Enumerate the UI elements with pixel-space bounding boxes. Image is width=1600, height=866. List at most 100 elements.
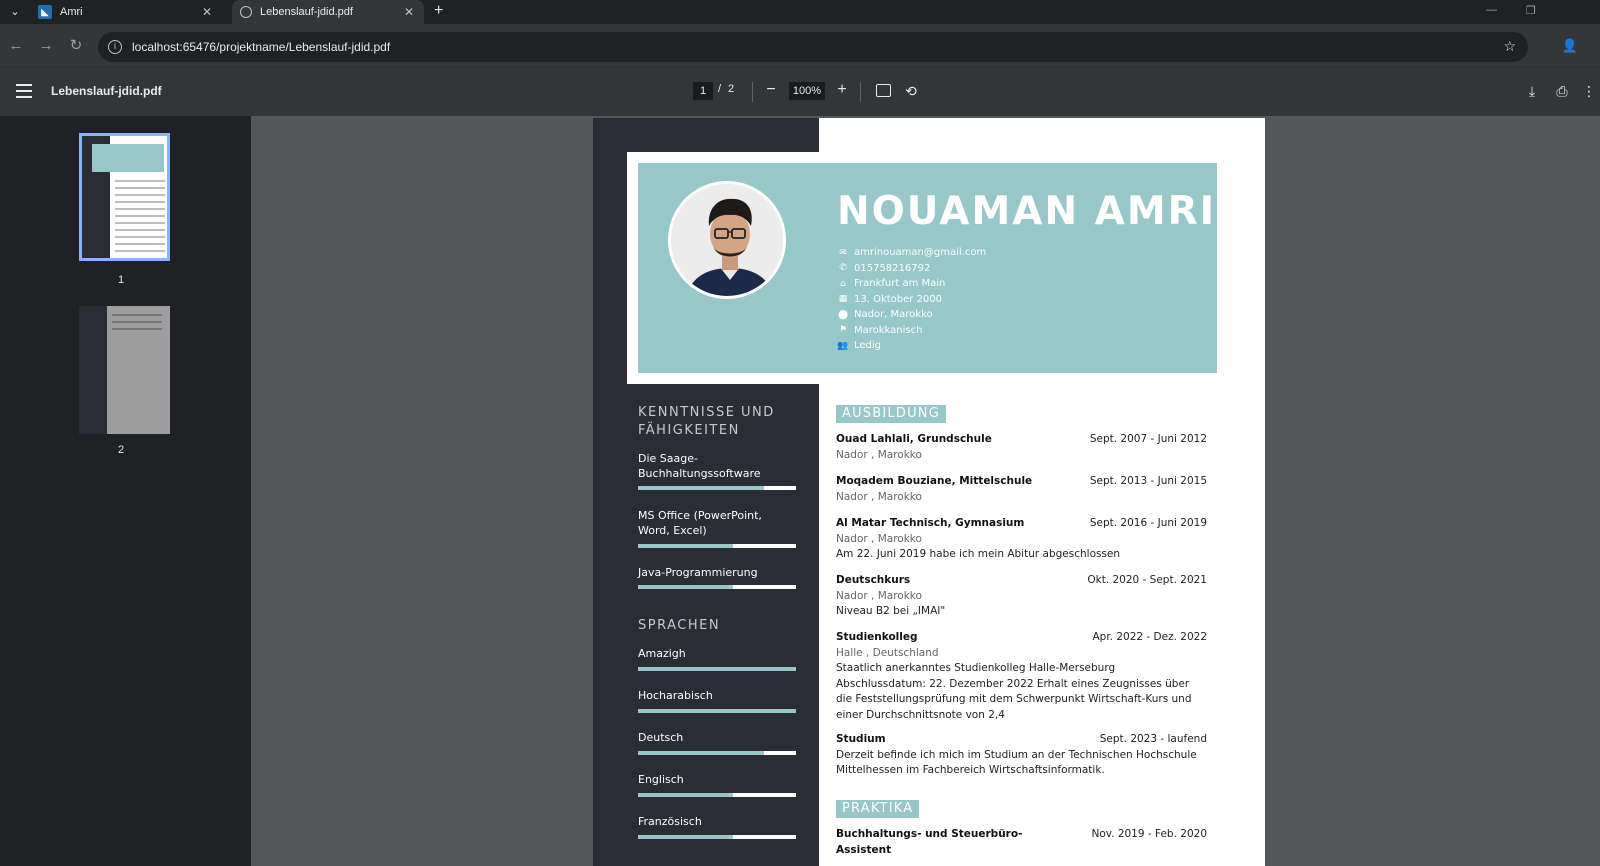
entry-notes: Staatlich anerkanntes Studienkolleg Hall…: [836, 662, 1192, 721]
mail-icon: ✉: [839, 247, 847, 258]
language-label: Englisch: [638, 773, 684, 786]
thumbnail-lines: [112, 314, 162, 335]
address-bar[interactable]: i localhost:65476/projektname/Lebenslauf…: [98, 32, 1528, 62]
skill-bar: [638, 585, 796, 589]
fit-to-page-icon[interactable]: [876, 84, 891, 97]
thumbnail-header: [92, 144, 164, 172]
url-path: :65476/projektname/Lebenslauf-jdid.pdf: [179, 40, 391, 54]
contact-text: Nador, Marokko: [854, 309, 933, 321]
pdf-page: NOUAMAN AMRI ✉ amrinouaman@gmail.com ✆ 0157…: [593, 118, 1265, 866]
contact-text: Frankfurt am Main: [854, 278, 946, 290]
total-pages: 2: [728, 83, 735, 95]
language-bar: [638, 751, 796, 755]
education-entry: Moqadem Bouziane, Mittelschule Sept. 2013…: [836, 474, 1207, 505]
zoom-level-input[interactable]: 100%: [789, 82, 825, 100]
skill-label: Java-Programmierung: [638, 566, 758, 579]
profile-icon[interactable]: 👤: [1560, 36, 1580, 56]
language-bar: [638, 667, 796, 671]
language-bar-fill: [638, 709, 796, 713]
skills-title-line-2: FÄHIGKEITEN: [638, 423, 740, 438]
entry-header: Buchhaltungs- und Steuerbüro-Assistent No…: [836, 827, 1207, 858]
current-page-input[interactable]: 1: [693, 82, 713, 100]
entry-date: Sept. 2016 - Juni 2019: [1089, 517, 1207, 529]
back-arrow-icon[interactable]: ←: [6, 36, 26, 56]
people-icon: 👥: [837, 340, 849, 351]
flag-icon: ⚑: [838, 325, 848, 336]
entry-notes: Derzeit befinde ich mich im Studium an d…: [836, 748, 1197, 777]
globe-favicon-icon: [240, 6, 252, 18]
minimize-icon[interactable]: —: [1486, 4, 1497, 16]
entry-date: Sept. 2023 - laufend: [1099, 733, 1207, 745]
bookmark-star-icon[interactable]: ☆: [1503, 38, 1516, 55]
download-icon[interactable]: ⤓: [1523, 82, 1541, 100]
new-tab-plus-icon[interactable]: +: [434, 2, 443, 20]
entry-location: Nador , Marokko: [836, 448, 922, 461]
tab-search-chevron-icon[interactable]: ⌄: [6, 3, 24, 21]
thumbnail-lines: [115, 180, 165, 257]
entry-location: Halle , Deutschland: [836, 646, 939, 659]
education-entry: Deutschkurs Okt. 2020 - Sept. 2021 Nador ,…: [836, 573, 1207, 620]
language-bar: [638, 709, 796, 713]
pdf-toolbar: Lebenslauf-jdid.pdf 1 / 2 − 100% + ⟲ ⤓ ⎙…: [0, 68, 1600, 116]
skill-bar: [638, 486, 796, 490]
phone-icon: ✆: [839, 263, 847, 274]
forward-arrow-icon[interactable]: →: [36, 36, 56, 56]
page-separator: /: [718, 83, 722, 95]
tab-strip: ⌄ ◣ Amri ✕ Lebenslauf-jdid.pdf ✕ + — ❐: [0, 0, 1600, 24]
language-label: Französisch: [638, 815, 702, 828]
tab-amri[interactable]: ◣ Amri ✕: [30, 0, 222, 24]
pdf-viewer[interactable]: NOUAMAN AMRI ✉ amrinouaman@gmail.com ✆ 0157…: [251, 116, 1600, 866]
toolbar-divider: [752, 82, 753, 102]
entry-date: Okt. 2020 - Sept. 2021: [1087, 574, 1207, 586]
more-options-icon[interactable]: ⋮: [1580, 82, 1598, 100]
contact-text: 13. Oktober 2000: [854, 293, 943, 305]
contact-item: ▦ 13. Oktober 2000: [837, 292, 986, 308]
entry-institution: Studienkolleg: [836, 631, 918, 643]
entry-header: Moqadem Bouziane, Mittelschule Sept. 2013…: [836, 474, 1207, 490]
thumbnail-label: 2: [118, 444, 125, 456]
entry-institution: Ouad Lahlali, Grundschule: [836, 433, 992, 445]
page-thumbnail-2[interactable]: [79, 306, 170, 434]
contact-item: ⬤ Nador, Marokko: [837, 307, 986, 323]
rotate-icon[interactable]: ⟲: [902, 82, 920, 100]
skill-bar-fill: [638, 486, 765, 490]
close-tab-icon[interactable]: ✕: [402, 5, 416, 19]
entry-header: Studienkolleg Apr. 2022 - Dez. 2022: [836, 630, 1207, 646]
restore-icon[interactable]: ❐: [1526, 4, 1536, 17]
skills-title-line-1: KENNTNISSE UND: [638, 405, 775, 420]
education-entry: Ouad Lahlali, Grundschule Sept. 2007 - Ju…: [836, 432, 1207, 463]
zoom-in-icon[interactable]: +: [834, 81, 850, 99]
education-title: AUSBILDUNG: [836, 405, 946, 423]
thumbnail-dark-column: [79, 306, 107, 434]
url-text[interactable]: localhost:65476/projektname/Lebenslauf-j…: [132, 40, 390, 54]
internship-entry: Buchhaltungs- und Steuerbüro-Assistent No…: [836, 827, 1207, 858]
entry-date: Apr. 2022 - Dez. 2022: [1092, 631, 1207, 643]
contact-item: ⚑ Marokkanisch: [837, 323, 986, 339]
contact-item: ✆ 015758216792: [837, 261, 986, 277]
education-entry: Studienkolleg Apr. 2022 - Dez. 2022 Halle …: [836, 630, 1207, 723]
tab-title: Amri: [60, 6, 83, 18]
entry-institution: Moqadem Bouziane, Mittelschule: [836, 475, 1033, 487]
contact-item: ✉ amrinouaman@gmail.com: [837, 245, 986, 261]
language-label: Amazigh: [638, 647, 686, 660]
thumbnail-sidebar: 1 2: [0, 116, 251, 866]
skill-bar: [638, 544, 796, 548]
entry-notes: Niveau B2 bei „IMAI": [836, 605, 946, 617]
skill-label: Die Saage-Buchhaltungssoftware: [638, 452, 761, 480]
sidebar-menu-icon[interactable]: [16, 84, 32, 98]
close-tab-icon[interactable]: ✕: [200, 5, 214, 19]
zoom-out-icon[interactable]: −: [763, 81, 779, 99]
print-icon[interactable]: ⎙: [1553, 82, 1571, 100]
languages-title: SPRACHEN: [638, 618, 721, 633]
site-info-icon[interactable]: i: [108, 40, 122, 54]
entry-header: Ouad Lahlali, Grundschule Sept. 2007 - Ju…: [836, 432, 1207, 448]
reload-icon[interactable]: ↻: [66, 36, 86, 56]
skill-bar-fill: [638, 544, 733, 548]
page-thumbnail-1[interactable]: [79, 133, 170, 261]
location-pin-icon: ⬤: [837, 309, 849, 320]
tab-pdf[interactable]: Lebenslauf-jdid.pdf ✕: [232, 0, 424, 24]
education-entry: Al Matar Technisch, Gymnasium Sept. 2016 …: [836, 516, 1207, 563]
entry-date: Nov. 2019 - Feb. 2020: [1091, 828, 1207, 840]
entry-institution: Buchhaltungs- und Steuerbüro-Assistent: [836, 828, 1023, 856]
entry-header: Studium Sept. 2023 - laufend: [836, 732, 1207, 748]
